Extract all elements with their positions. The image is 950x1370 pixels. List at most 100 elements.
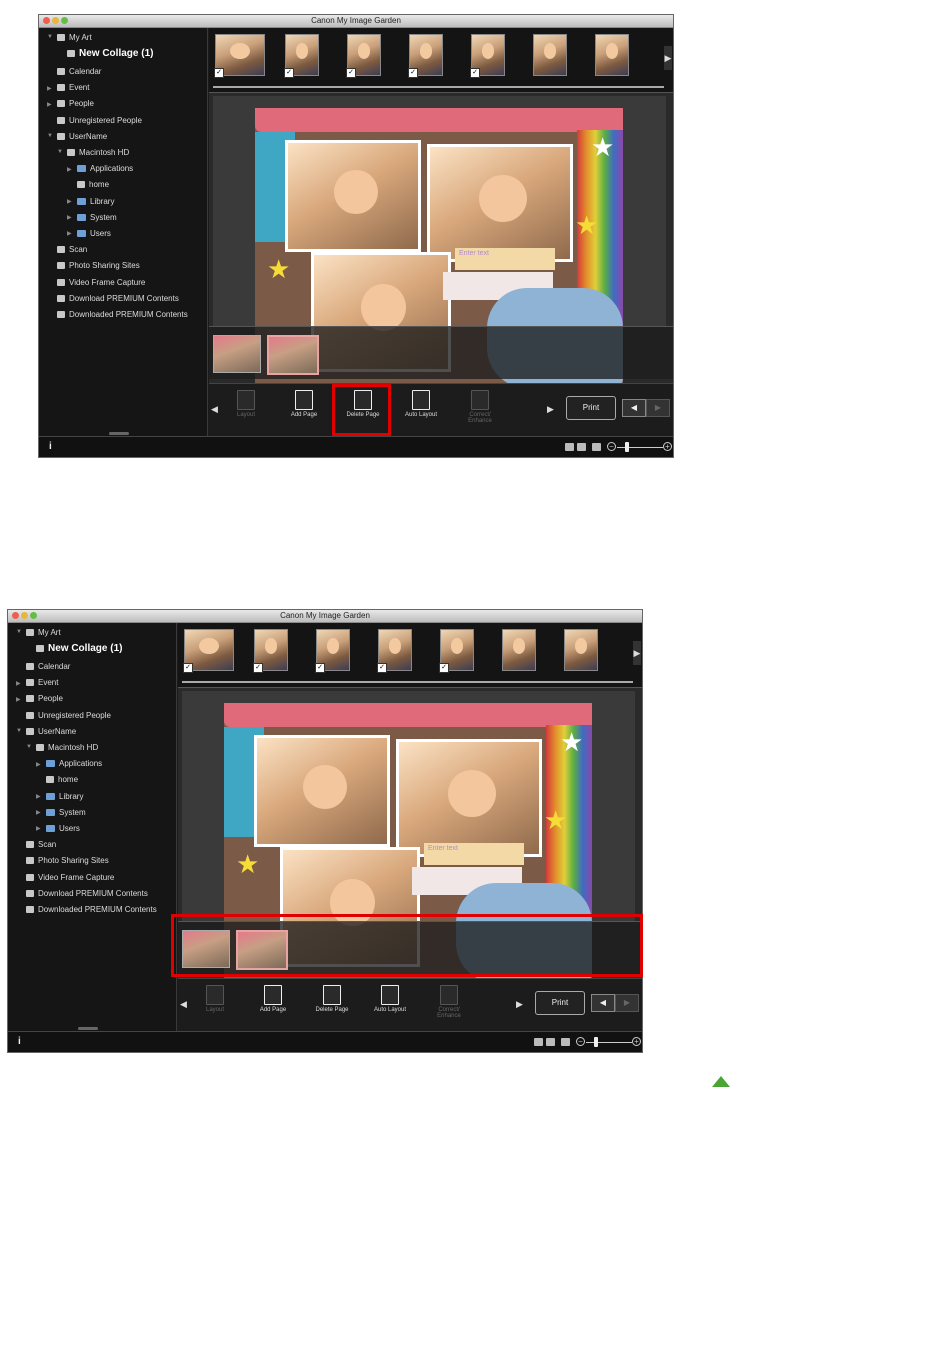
- image-thumbnail[interactable]: ✓: [346, 34, 381, 78]
- disclosure-arrow-icon[interactable]: ▶: [67, 214, 72, 221]
- sidebar-item[interactable]: UserName: [57, 129, 107, 143]
- sidebar-item[interactable]: Library: [46, 789, 83, 803]
- sidebar-item[interactable]: Applications: [46, 757, 102, 771]
- sidebar-item[interactable]: Download PREMIUM Contents: [26, 886, 148, 900]
- checkmark-icon[interactable]: ✓: [183, 663, 193, 673]
- checkmark-icon[interactable]: ✓: [284, 68, 294, 78]
- checkmark-icon[interactable]: ✓: [470, 68, 480, 78]
- sidebar-item[interactable]: New Collage (1): [36, 641, 122, 655]
- thumbnail-scrollbar[interactable]: [213, 86, 664, 88]
- image-thumbnail[interactable]: [502, 629, 536, 671]
- collage-photo[interactable]: [254, 735, 390, 847]
- sidebar-item[interactable]: home: [77, 178, 109, 192]
- toolbar-scroll-left-icon[interactable]: ◀: [180, 999, 187, 1010]
- sidebar-item[interactable]: System: [46, 805, 86, 819]
- disclosure-arrow-icon[interactable]: ▶: [16, 680, 21, 687]
- sidebar-item[interactable]: My Art: [26, 625, 61, 639]
- info-icon[interactable]: i: [18, 1036, 21, 1047]
- checkmark-icon[interactable]: ✓: [253, 663, 263, 673]
- checkmark-icon[interactable]: ✓: [214, 68, 224, 78]
- auto-layout-button[interactable]: Auto Layout: [369, 985, 411, 1013]
- checkmark-icon[interactable]: ✓: [439, 663, 449, 673]
- disclosure-arrow-icon[interactable]: ▶: [36, 761, 41, 768]
- scroll-right-arrow-icon[interactable]: ▶: [633, 641, 641, 665]
- image-thumbnail[interactable]: [564, 629, 598, 671]
- sidebar-item[interactable]: People: [57, 97, 94, 111]
- previous-page-button[interactable]: ◀: [622, 399, 646, 417]
- auto-layout-button[interactable]: Auto Layout: [400, 390, 442, 418]
- add-page-button[interactable]: Add Page: [252, 985, 294, 1013]
- sidebar-item[interactable]: Photo Sharing Sites: [57, 259, 140, 273]
- sidebar-item[interactable]: Event: [57, 81, 89, 95]
- disclosure-arrow-icon[interactable]: ▼: [16, 629, 22, 635]
- sidebar-item[interactable]: Video Frame Capture: [57, 275, 145, 289]
- disclosure-arrow-icon[interactable]: ▶: [16, 696, 21, 703]
- disclosure-arrow-icon[interactable]: ▼: [47, 34, 53, 40]
- sidebar-item[interactable]: Downloaded PREMIUM Contents: [26, 902, 157, 916]
- toolbar-scroll-left-icon[interactable]: ◀: [211, 404, 218, 415]
- full-screen-icon[interactable]: [561, 1038, 570, 1046]
- full-screen-icon[interactable]: [592, 443, 601, 451]
- sidebar-item[interactable]: home: [46, 773, 78, 787]
- disclosure-arrow-icon[interactable]: ▶: [47, 101, 52, 108]
- scroll-right-arrow-icon[interactable]: ▶: [664, 46, 672, 70]
- sidebar-item[interactable]: Calendar: [26, 659, 70, 673]
- view-list-icon[interactable]: [577, 443, 586, 451]
- sidebar-item[interactable]: Users: [77, 226, 111, 240]
- sidebar-resize-handle[interactable]: [78, 1027, 98, 1030]
- print-button[interactable]: Print: [566, 396, 616, 420]
- enter-text-box[interactable]: Enter text: [455, 248, 555, 270]
- disclosure-arrow-icon[interactable]: ▶: [67, 230, 72, 237]
- print-button[interactable]: Print: [535, 991, 585, 1015]
- zoom-in-icon[interactable]: +: [663, 442, 672, 451]
- enter-text-box[interactable]: Enter text: [424, 843, 524, 865]
- checkmark-icon[interactable]: ✓: [346, 68, 356, 78]
- image-thumbnail[interactable]: ✓: [377, 629, 412, 673]
- toolbar-scroll-right-icon[interactable]: ▶: [516, 999, 523, 1010]
- collage-photo[interactable]: [396, 739, 542, 857]
- disclosure-arrow-icon[interactable]: ▶: [36, 825, 41, 832]
- sidebar-item[interactable]: Macintosh HD: [67, 145, 129, 159]
- layout-button[interactable]: Layout: [194, 985, 236, 1013]
- sidebar-item[interactable]: Unregistered People: [57, 113, 142, 127]
- disclosure-arrow-icon[interactable]: ▼: [16, 728, 22, 734]
- sidebar-item[interactable]: Downloaded PREMIUM Contents: [57, 307, 188, 321]
- image-thumbnail[interactable]: ✓: [284, 34, 319, 78]
- sidebar-item[interactable]: People: [26, 692, 63, 706]
- checkmark-icon[interactable]: ✓: [315, 663, 325, 673]
- zoom-out-icon[interactable]: −: [576, 1037, 585, 1046]
- sidebar-item[interactable]: Library: [77, 194, 114, 208]
- collage-canvas[interactable]: Enter text ★ ★ ★: [213, 96, 666, 392]
- sidebar-item[interactable]: Applications: [77, 162, 133, 176]
- page-thumbnail[interactable]: [213, 335, 261, 373]
- thumbnail-scrollbar[interactable]: [182, 681, 633, 683]
- image-thumbnail[interactable]: ✓: [470, 34, 505, 78]
- info-icon[interactable]: i: [49, 441, 52, 452]
- layout-button[interactable]: Layout: [225, 390, 267, 418]
- collage-photo[interactable]: [427, 144, 573, 262]
- disclosure-arrow-icon[interactable]: ▶: [36, 809, 41, 816]
- previous-page-button[interactable]: ◀: [591, 994, 615, 1012]
- correct-enhance-button[interactable]: Correct/ Enhance: [459, 390, 501, 424]
- zoom-out-icon[interactable]: −: [607, 442, 616, 451]
- image-thumbnail[interactable]: ✓: [439, 629, 474, 673]
- zoom-slider-knob[interactable]: [594, 1037, 598, 1047]
- disclosure-arrow-icon[interactable]: ▼: [26, 744, 32, 750]
- zoom-slider-knob[interactable]: [625, 442, 629, 452]
- back-to-top-arrow-icon[interactable]: [712, 1076, 730, 1087]
- view-details-icon[interactable]: [534, 1038, 543, 1046]
- sidebar-item[interactable]: Macintosh HD: [36, 740, 98, 754]
- next-page-button[interactable]: ▶: [646, 399, 670, 417]
- sidebar-item[interactable]: New Collage (1): [67, 46, 153, 60]
- disclosure-arrow-icon[interactable]: ▼: [57, 149, 63, 155]
- checkmark-icon[interactable]: ✓: [408, 68, 418, 78]
- image-thumbnail[interactable]: ✓: [214, 34, 265, 78]
- collage-photo[interactable]: [285, 140, 421, 252]
- sidebar-item[interactable]: My Art: [57, 30, 92, 44]
- sidebar-item[interactable]: UserName: [26, 724, 76, 738]
- sidebar-item[interactable]: Event: [26, 676, 58, 690]
- view-details-icon[interactable]: [565, 443, 574, 451]
- sidebar-item[interactable]: Unregistered People: [26, 708, 111, 722]
- sidebar-item[interactable]: Scan: [57, 243, 87, 257]
- zoom-slider-track[interactable]: [617, 447, 663, 448]
